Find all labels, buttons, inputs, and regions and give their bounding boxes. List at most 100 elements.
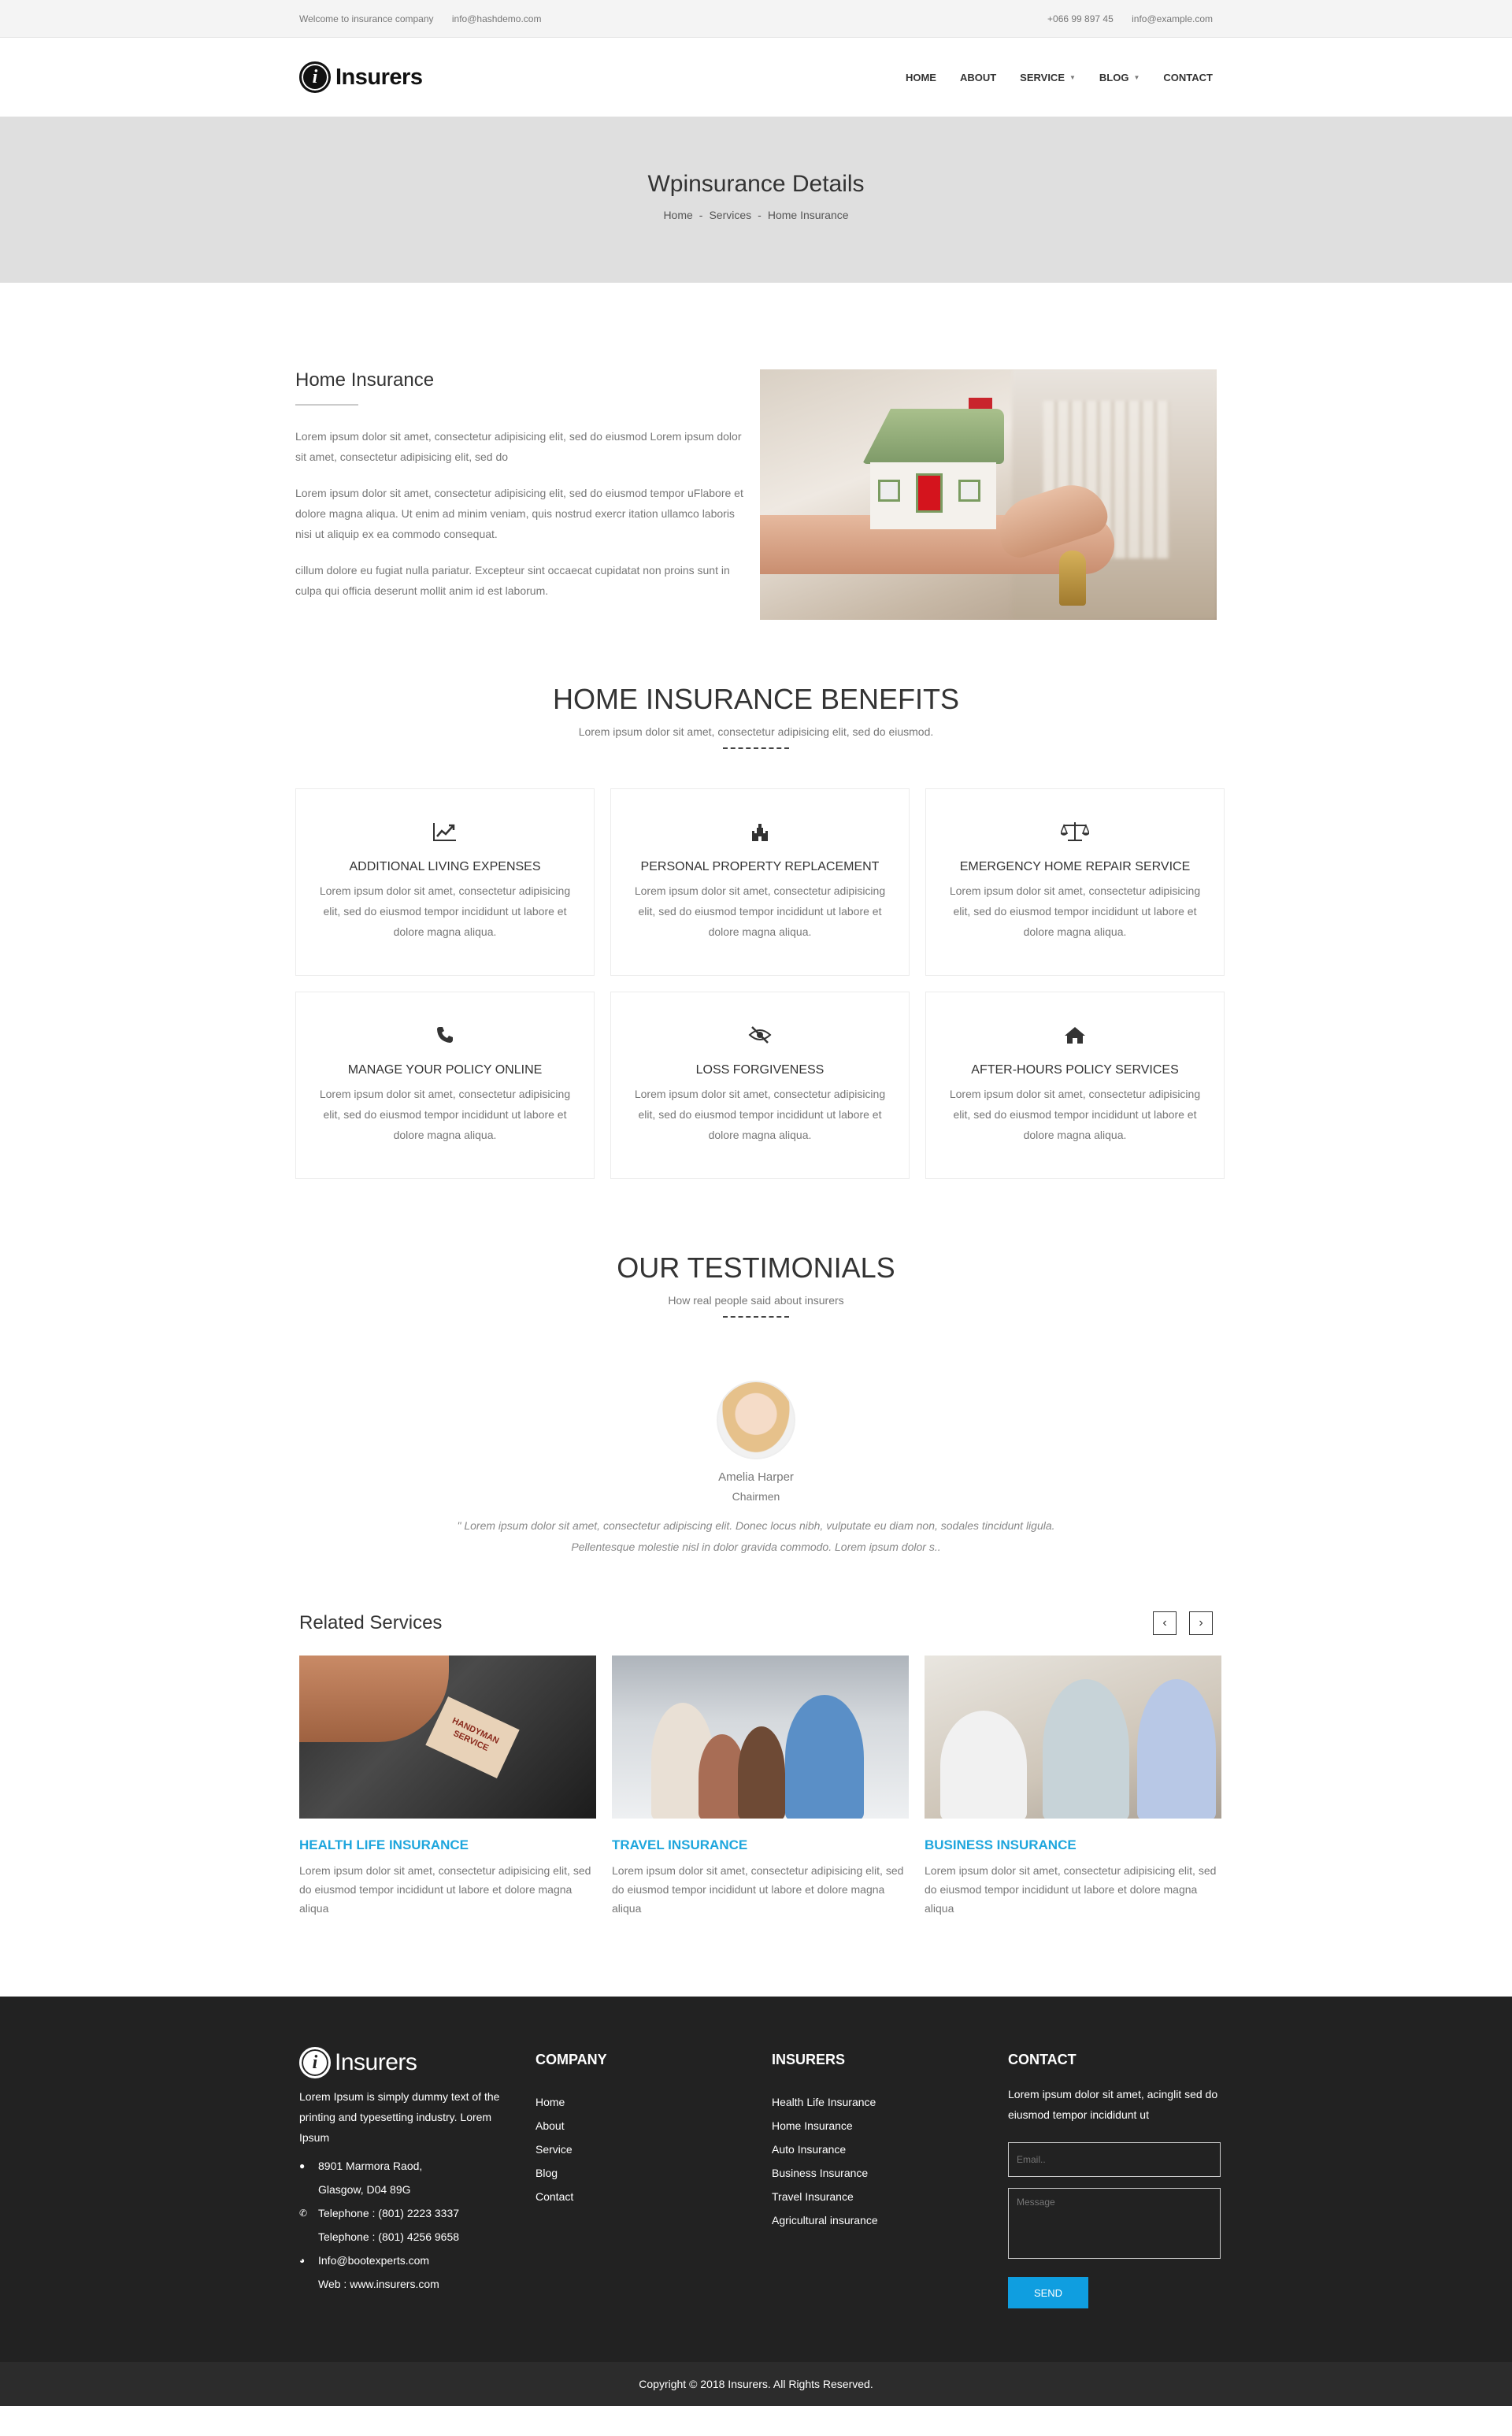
section-subtitle: Lorem ipsum dolor sit amet, consectetur … (578, 725, 934, 738)
benefit-title: PERSONAL PROPERTY REPLACEMENT (640, 860, 880, 873)
nav-blog[interactable]: BLOG ▼ (1099, 72, 1140, 83)
footer-heading: COMPANY (536, 2052, 607, 2067)
footer-link[interactable]: Travel Insurance (772, 2185, 1008, 2208)
benefit-text: Lorem ipsum dolor sit amet, consectetur … (319, 1088, 571, 1141)
footer-link[interactable]: Auto Insurance (772, 2138, 1008, 2161)
footer-contact-text: Lorem ipsum dolor sit amet, acinglit sed… (1008, 2088, 1218, 2121)
intro-text: Home Insurance Lorem ipsum dolor sit ame… (295, 369, 752, 620)
benefit-card: ADDITIONAL LIVING EXPENSES Lorem ipsum d… (295, 788, 595, 976)
related-title: Related Services (299, 1612, 443, 1633)
related-item-text: Lorem ipsum dolor sit amet, consectetur … (612, 1864, 904, 1915)
dashed-divider (723, 747, 789, 749)
benefit-title: ADDITIONAL LIVING EXPENSES (349, 860, 541, 873)
footer-link[interactable]: Service (536, 2138, 772, 2161)
top-bar: Welcome to insurance company info@hashde… (0, 0, 1512, 38)
related-item[interactable]: TRAVEL INSURANCE Lorem ipsum dolor sit a… (612, 1656, 909, 1918)
service-image (925, 1656, 1221, 1819)
chevron-down-icon: ▼ (1069, 73, 1076, 81)
phone-icon (296, 1021, 594, 1049)
benefit-card: AFTER-HOURS POLICY SERVICES Lorem ipsum … (925, 992, 1225, 1179)
related-item-title[interactable]: TRAVEL INSURANCE (612, 1837, 909, 1853)
main-nav: HOME ABOUT SERVICE ▼ BLOG ▼ CONTACT (906, 72, 1213, 83)
title-underline (295, 404, 358, 406)
footer-link[interactable]: Business Insurance (772, 2161, 1008, 2185)
benefits-section: HOME INSURANCE BENEFITS Lorem ipsum dolo… (0, 620, 1512, 1179)
site-header: i Insurers HOME ABOUT SERVICE ▼ BLOG ▼ CON… (0, 38, 1512, 117)
intro-paragraph: Lorem ipsum dolor sit amet, consectetur … (295, 430, 742, 463)
logo-icon: i (299, 2047, 331, 2078)
next-arrow-button[interactable]: › (1189, 1611, 1213, 1635)
topbar-phone[interactable]: +066 99 897 45 (1047, 13, 1114, 24)
section-subtitle: How real people said about insurers (668, 1294, 844, 1307)
benefit-card: LOSS FORGIVENESS Lorem ipsum dolor sit a… (610, 992, 910, 1179)
chevron-down-icon: ▼ (1133, 73, 1140, 81)
benefit-card: PERSONAL PROPERTY REPLACEMENT Lorem ipsu… (610, 788, 910, 976)
benefit-title: LOSS FORGIVENESS (695, 1063, 825, 1077)
testimonial-name: Amelia Harper (718, 1470, 794, 1484)
breadcrumb-services[interactable]: Services (709, 209, 751, 221)
home-insurance-image (760, 369, 1217, 620)
balance-scale-icon (926, 818, 1224, 846)
related-services-section: Related Services ‹ › HANDYMAN SERVICE HE… (0, 1558, 1512, 1918)
benefit-text: Lorem ipsum dolor sit amet, consectetur … (949, 884, 1201, 938)
eye-slash-icon (611, 1021, 909, 1049)
globe-icon: ◕ (299, 2255, 306, 2266)
related-item[interactable]: HANDYMAN SERVICE HEALTH LIFE INSURANCE L… (299, 1656, 596, 1918)
nav-contact[interactable]: CONTACT (1163, 72, 1213, 83)
intro-title: Home Insurance (295, 369, 435, 391)
page-title: Wpinsurance Details (647, 170, 865, 197)
benefit-title: EMERGENCY HOME REPAIR SERVICE (959, 860, 1191, 873)
testimonials-section: OUR TESTIMONIALS How real people said ab… (0, 1179, 1512, 1558)
welcome-text: Welcome to insurance company (299, 13, 434, 24)
related-item-text: Lorem ipsum dolor sit amet, consectetur … (299, 1864, 591, 1915)
footer-link[interactable]: Contact (536, 2185, 772, 2208)
section-title: OUR TESTIMONIALS (617, 1251, 895, 1284)
footer-link[interactable]: Home Insurance (772, 2114, 1008, 2138)
send-button[interactable]: SEND (1008, 2277, 1088, 2308)
page-banner: Wpinsurance Details Home - Services - Home I… (0, 117, 1512, 283)
avatar (717, 1381, 795, 1459)
footer-link[interactable]: Health Life Insurance (772, 2090, 1008, 2114)
related-item[interactable]: BUSINESS INSURANCE Lorem ipsum dolor sit… (925, 1656, 1221, 1918)
benefit-title: AFTER-HOURS POLICY SERVICES (971, 1063, 1179, 1077)
breadcrumb-current: Home Insurance (767, 208, 849, 221)
castle-icon (611, 818, 909, 846)
phone-icon: ✆ (299, 2208, 308, 2219)
benefit-text: Lorem ipsum dolor sit amet, consectetur … (634, 1088, 886, 1141)
breadcrumb-home[interactable]: Home (663, 209, 692, 221)
footer-link[interactable]: Home (536, 2090, 772, 2114)
related-item-text: Lorem ipsum dolor sit amet, consectetur … (925, 1864, 1217, 1915)
nav-service[interactable]: SERVICE ▼ (1020, 72, 1076, 83)
testimonial-role: Chairmen (732, 1490, 780, 1503)
footer-heading: CONTACT (1008, 2052, 1077, 2067)
benefit-card: MANAGE YOUR POLICY ONLINE Lorem ipsum do… (295, 992, 595, 1179)
email-field[interactable] (1008, 2142, 1221, 2177)
map-marker-icon: ● (299, 2160, 306, 2171)
footer-link[interactable]: About (536, 2114, 772, 2138)
home-icon (926, 1021, 1224, 1049)
nav-about[interactable]: ABOUT (960, 72, 996, 83)
footer-about: i Insurers Lorem Ipsum is simply dummy t… (299, 2047, 536, 2308)
topbar-email-right[interactable]: info@example.com (1132, 13, 1213, 24)
footer-logo[interactable]: i Insurers (299, 2047, 536, 2078)
benefit-text: Lorem ipsum dolor sit amet, consectetur … (634, 884, 886, 938)
footer-email[interactable]: Info@bootexperts.com (318, 2249, 429, 2272)
intro-section: Home Insurance Lorem ipsum dolor sit ame… (0, 283, 1512, 620)
testimonial: Amelia Harper Chairmen " Lorem ipsum dol… (295, 1381, 1217, 1558)
intro-paragraph: Lorem ipsum dolor sit amet, consectetur … (295, 487, 743, 540)
related-item-title[interactable]: BUSINESS INSURANCE (925, 1837, 1221, 1853)
message-field[interactable] (1008, 2188, 1221, 2259)
topbar-email[interactable]: info@hashdemo.com (452, 13, 542, 24)
site-logo[interactable]: i Insurers (299, 61, 423, 93)
footer-heading: INSURERS (772, 2052, 846, 2067)
footer-link[interactable]: Agricultural insurance (772, 2208, 1008, 2232)
footer-web[interactable]: Web : www.insurers.com (318, 2272, 439, 2296)
prev-arrow-button[interactable]: ‹ (1153, 1611, 1177, 1635)
nav-home[interactable]: HOME (906, 72, 936, 83)
footer-link[interactable]: Blog (536, 2161, 772, 2185)
benefits-grid: ADDITIONAL LIVING EXPENSES Lorem ipsum d… (295, 788, 1225, 1179)
copyright-bar: Copyright © 2018 Insurers. All Rights Re… (0, 2362, 1512, 2406)
chart-line-icon (296, 818, 594, 846)
benefit-text: Lorem ipsum dolor sit amet, consectetur … (319, 884, 571, 938)
related-item-title[interactable]: HEALTH LIFE INSURANCE (299, 1837, 596, 1853)
